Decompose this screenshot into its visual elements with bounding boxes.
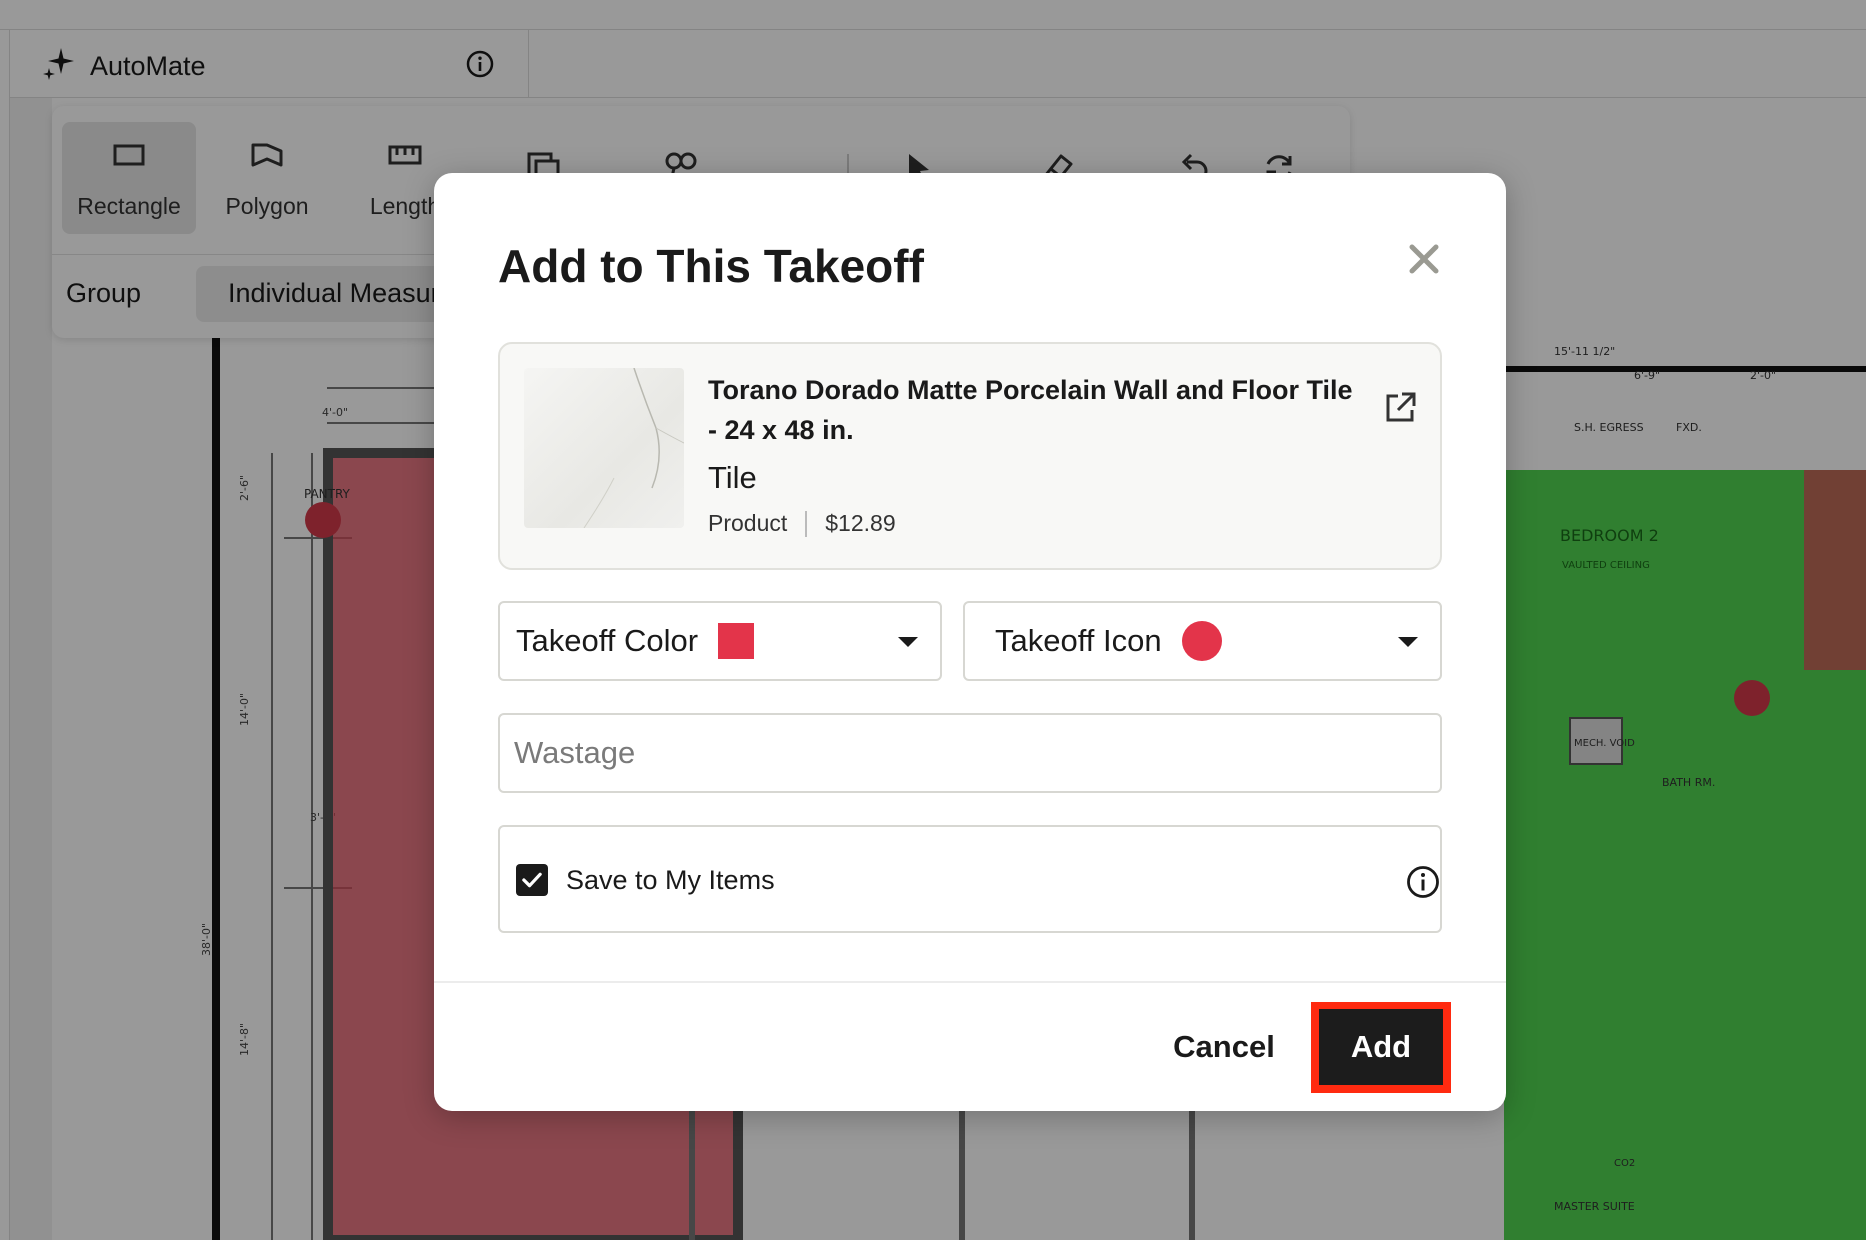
circle-marker-icon — [1181, 621, 1222, 661]
add-button[interactable]: Add — [1319, 1009, 1443, 1085]
external-link-icon[interactable] — [1382, 390, 1418, 426]
product-thumbnail — [524, 368, 684, 528]
takeoff-color-select[interactable]: Takeoff Color — [498, 601, 942, 681]
color-swatch — [718, 623, 755, 659]
product-meta: Product $12.89 — [708, 510, 896, 537]
dialog-title: Add to This Takeoff — [498, 240, 924, 292]
add-to-takeoff-dialog: Add to This Takeoff Torano Dorado Matte … — [434, 173, 1506, 1111]
product-name: Torano Dorado Matte Porcelain Wall and F… — [708, 375, 1353, 445]
save-to-my-items-checkbox[interactable] — [516, 864, 548, 896]
chevron-down-icon — [898, 637, 918, 647]
product-card: Torano Dorado Matte Porcelain Wall and F… — [498, 342, 1442, 570]
save-to-my-items-label: Save to My Items — [566, 865, 775, 895]
product-type: Product — [708, 510, 788, 536]
product-price: $12.89 — [825, 510, 896, 536]
divider — [434, 981, 1506, 983]
checkmark-icon — [522, 872, 542, 888]
divider — [805, 510, 808, 537]
takeoff-color-label: Takeoff Color — [516, 623, 699, 658]
save-to-my-items-row: Save to My Items — [498, 825, 1442, 933]
close-icon[interactable] — [1402, 237, 1446, 281]
chevron-down-icon — [1398, 637, 1418, 647]
product-category: Tile — [708, 460, 757, 495]
cancel-button[interactable]: Cancel — [1134, 1009, 1314, 1085]
takeoff-icon-label: Takeoff Icon — [995, 623, 1162, 658]
info-icon[interactable] — [1406, 865, 1440, 899]
takeoff-icon-select[interactable]: Takeoff Icon — [963, 601, 1442, 681]
wastage-input[interactable] — [498, 713, 1442, 793]
